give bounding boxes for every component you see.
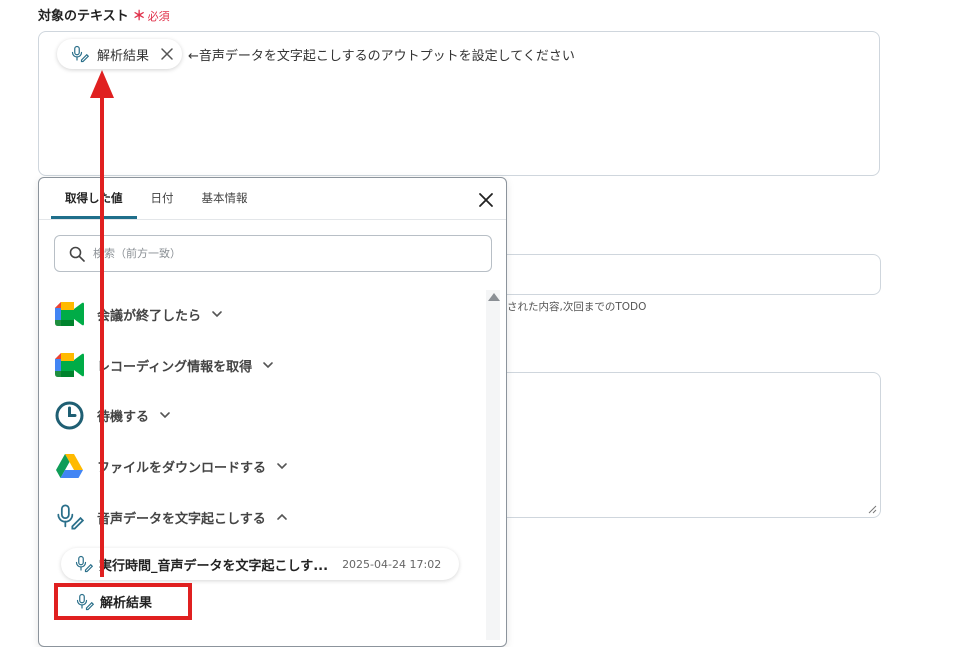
- background-input[interactable]: [505, 254, 881, 295]
- google-meet-icon: [55, 300, 84, 329]
- list-item-download-file[interactable]: ファイルをダウンロードする: [55, 451, 288, 481]
- tab-basic-info[interactable]: 基本情報: [188, 178, 262, 219]
- item-label: 音声データを文字起こしする: [97, 511, 266, 527]
- chevron-down-icon[interactable]: [262, 359, 274, 371]
- microphone-pen-icon: [71, 45, 89, 63]
- search-field[interactable]: [54, 235, 492, 272]
- background-textarea[interactable]: [505, 372, 881, 518]
- chevron-up-icon[interactable]: [276, 511, 288, 523]
- close-icon[interactable]: [478, 192, 494, 208]
- google-meet-icon: [55, 351, 84, 380]
- chevron-down-icon[interactable]: [211, 308, 223, 320]
- field-label-text: 対象のテキスト: [38, 9, 129, 24]
- google-drive-icon: [55, 452, 84, 481]
- search-input[interactable]: [91, 246, 491, 261]
- item-label: ファイルをダウンロードする: [97, 460, 267, 476]
- value-picker-panel: 取得した値 日付 基本情報 会議が終: [38, 177, 507, 647]
- chip-label: 解析結果: [97, 48, 150, 64]
- chevron-down-icon[interactable]: [159, 409, 171, 421]
- search-icon: [69, 246, 85, 262]
- close-icon[interactable]: [160, 47, 174, 61]
- result-label: 解析結果: [100, 596, 153, 611]
- required-text: 必須: [147, 10, 170, 23]
- microphone-pen-icon: [76, 593, 94, 610]
- item-label: 会議が終了したら: [97, 308, 202, 324]
- list-item-wait[interactable]: 待機する: [55, 400, 171, 430]
- background-helper-text: された内容,次回までのTODO: [507, 301, 647, 313]
- clock-icon: [55, 401, 84, 430]
- item-label: 待機する: [97, 409, 150, 425]
- tab-acquired-values[interactable]: 取得した値: [51, 178, 137, 219]
- tab-date[interactable]: 日付: [137, 178, 188, 219]
- resize-handle-icon[interactable]: [868, 505, 877, 514]
- required-mark: ＊: [132, 9, 146, 24]
- sub-item-time: 2025-04-24 17:02: [342, 557, 442, 571]
- list-item-meeting-ended[interactable]: 会議が終了したら: [55, 299, 223, 329]
- item-label: レコーディング情報を取得: [97, 359, 253, 375]
- hint-text: ←音声データを文字起こしするのアウトプットを設定してください: [188, 49, 575, 64]
- panel-tabs: 取得した値 日付 基本情報: [51, 178, 262, 219]
- sub-item-label: 実行時間_音声データを文字起こしす...: [99, 558, 329, 574]
- list-item-transcribe-audio[interactable]: 音声データを文字起こしする: [55, 502, 288, 532]
- scrollbar[interactable]: [486, 290, 500, 640]
- execution-time-chip[interactable]: 実行時間_音声データを文字起こしす... 2025-04-24 17:02: [61, 548, 459, 580]
- analysis-result-item[interactable]: 解析結果: [54, 583, 192, 620]
- microphone-pen-icon: [55, 503, 84, 532]
- scroll-up-arrow-icon[interactable]: [488, 293, 500, 301]
- variable-chip[interactable]: 解析結果: [57, 39, 182, 69]
- field-label: 対象のテキスト＊必須: [38, 5, 170, 24]
- chevron-down-icon[interactable]: [276, 460, 288, 472]
- tabs-divider: [39, 219, 506, 220]
- microphone-pen-icon: [75, 555, 93, 573]
- list-item-recording-info[interactable]: レコーディング情報を取得: [55, 350, 274, 380]
